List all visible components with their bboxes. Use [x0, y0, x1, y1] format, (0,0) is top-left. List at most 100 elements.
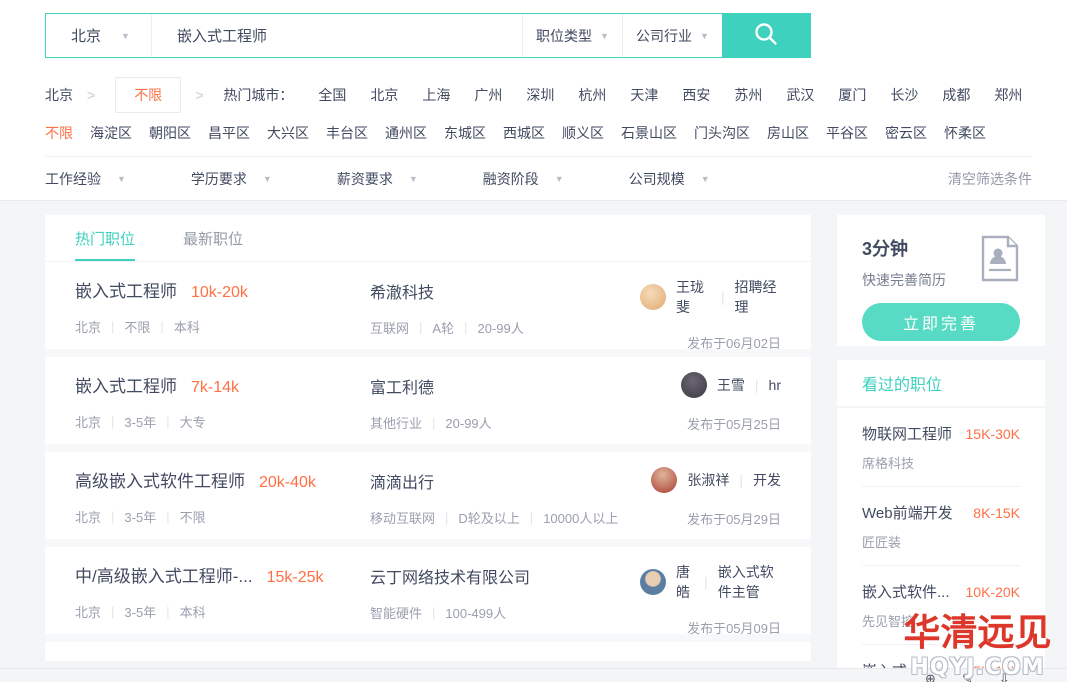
- district-dongcheng[interactable]: 东城区: [444, 123, 486, 143]
- divider: [432, 605, 435, 620]
- divider: [111, 509, 114, 524]
- city-link-wuhan[interactable]: 武汉: [786, 85, 814, 105]
- recruiter-name: 唐皓: [676, 562, 694, 602]
- divider: [166, 414, 169, 429]
- post-date: 发布于05月09日: [687, 618, 781, 637]
- district-miyun[interactable]: 密云区: [885, 123, 927, 143]
- job-type-label: 职位类型: [536, 26, 592, 46]
- district-shunyi[interactable]: 顺义区: [562, 123, 604, 143]
- tab-hot-jobs[interactable]: 热门职位: [75, 215, 135, 261]
- viewed-job-item[interactable]: Web前端开发 8K-15K 匠匠装: [862, 487, 1020, 566]
- divider: [530, 510, 533, 525]
- filter-funding[interactable]: 融资阶段 ▼: [483, 169, 564, 189]
- header: 北京 ▼ 职位类型 ▼ 公司行业 ▼: [0, 0, 1067, 201]
- city-link-guangzhou[interactable]: 广州: [474, 85, 502, 105]
- partial-job-row: [45, 642, 811, 661]
- district-fengtai[interactable]: 丰台区: [326, 123, 368, 143]
- job-title: 嵌入式工程师: [75, 277, 177, 302]
- city-link-suzhou[interactable]: 苏州: [734, 85, 762, 105]
- job-row[interactable]: 高级嵌入式软件工程师 20k-40k 北京 3-5年 不限 滴滴出行 移动互联网…: [45, 452, 811, 539]
- district-haidian[interactable]: 海淀区: [90, 123, 132, 143]
- job-row[interactable]: 嵌入式工程师 10k-20k 北京 不限 本科 希澈科技 互联网 A轮 20-9…: [45, 262, 811, 349]
- district-changping[interactable]: 昌平区: [208, 123, 250, 143]
- district-chaoyang[interactable]: 朝阳区: [149, 123, 191, 143]
- download-icon: ⇩: [999, 671, 1010, 682]
- chevron-down-icon: ▼: [121, 31, 130, 41]
- district-any[interactable]: 不限: [45, 123, 73, 143]
- city-link-beijing[interactable]: 北京: [370, 85, 398, 105]
- city-link-xian[interactable]: 西安: [682, 85, 710, 105]
- district-mentougou[interactable]: 门头沟区: [694, 123, 750, 143]
- divider: [166, 604, 169, 619]
- job-search-page: 北京 ▼ 职位类型 ▼ 公司行业 ▼: [0, 0, 1067, 682]
- district-shijingshan[interactable]: 石景山区: [621, 123, 677, 143]
- city-link-xiamen[interactable]: 厦门: [838, 85, 866, 105]
- job-type-dropdown[interactable]: 职位类型 ▼: [522, 14, 622, 57]
- viewed-job-company: 匠匠装: [862, 532, 1020, 551]
- job-row[interactable]: 嵌入式工程师 7k-14k 北京 3-5年 大专 富工利德 其他行业 20-99…: [45, 357, 811, 444]
- district-tongzhou[interactable]: 通州区: [385, 123, 427, 143]
- job-experience: 3-5年: [124, 412, 156, 431]
- chevron-down-icon: ▼: [555, 174, 564, 184]
- company-industry: 其他行业: [370, 413, 422, 432]
- job-location: 北京: [75, 317, 101, 336]
- district-daxing[interactable]: 大兴区: [267, 123, 309, 143]
- filter-experience[interactable]: 工作经验 ▼: [45, 169, 126, 189]
- city-link-chengdu[interactable]: 成都: [942, 85, 970, 105]
- filter-company-scale[interactable]: 公司规模 ▼: [629, 169, 710, 189]
- city-link-all[interactable]: 全国: [318, 85, 346, 105]
- viewed-job-company: 先见智控: [862, 611, 1020, 630]
- city-link-changsha[interactable]: 长沙: [890, 85, 918, 105]
- recruiter-role: 招聘经理: [735, 277, 781, 317]
- company-name: 滴滴出行: [370, 467, 640, 493]
- city-link-hangzhou[interactable]: 杭州: [578, 85, 606, 105]
- company-industry: 移动互联网: [370, 508, 435, 527]
- viewed-job-salary: 10K-20K: [966, 584, 1020, 600]
- city-link-tianjin[interactable]: 天津: [630, 85, 658, 105]
- city-link-zhengzhou[interactable]: 郑州: [994, 85, 1022, 105]
- filter-salary[interactable]: 薪资要求 ▼: [337, 169, 418, 189]
- complete-resume-button[interactable]: 立即完善: [862, 303, 1020, 341]
- bottom-strip: ⊕ ✎ ⇩: [0, 668, 1067, 682]
- company-size: 100-499人: [445, 603, 506, 622]
- industry-dropdown[interactable]: 公司行业 ▼: [622, 14, 722, 57]
- chevron-right-icon: >: [87, 87, 95, 103]
- district-fangshan[interactable]: 房山区: [767, 123, 809, 143]
- avatar: [681, 372, 707, 398]
- breadcrumb-city[interactable]: 北京: [45, 85, 73, 105]
- company-size: 10000人以上: [543, 508, 618, 527]
- district-pinggu[interactable]: 平谷区: [826, 123, 868, 143]
- hot-cities-label: 热门城市：: [223, 85, 293, 105]
- company-size: 20-99人: [477, 318, 523, 337]
- search-button[interactable]: [722, 14, 810, 57]
- divider: [464, 320, 467, 335]
- district-huairou[interactable]: 怀柔区: [944, 123, 986, 143]
- district-xicheng[interactable]: 西城区: [503, 123, 545, 143]
- search-input[interactable]: [152, 14, 522, 57]
- job-experience: 3-5年: [124, 602, 156, 621]
- city-link-shenzhen[interactable]: 深圳: [526, 85, 554, 105]
- circle-icon: ⊕: [925, 671, 936, 682]
- viewed-job-salary: 15K-30K: [966, 426, 1020, 442]
- recruiter-role: hr: [769, 377, 781, 393]
- filter-education[interactable]: 学历要求 ▼: [191, 169, 272, 189]
- row-separator: [45, 444, 811, 452]
- viewed-job-item[interactable]: 物联网工程师 15K-30K 席格科技: [862, 408, 1020, 487]
- city-link-shanghai[interactable]: 上海: [422, 85, 450, 105]
- resume-minutes: 3分钟: [862, 235, 946, 261]
- viewed-job-item[interactable]: 嵌入式软件... 10K-20K 先见智控: [862, 566, 1020, 645]
- cutoff-footer-icons: ⊕ ✎ ⇩: [925, 671, 1010, 682]
- divider: [419, 320, 422, 335]
- company-name: 云丁网络技术有限公司: [370, 562, 640, 588]
- job-education: 本科: [180, 602, 206, 621]
- breadcrumb: 北京 > 不限 > 热门城市： 全国 北京 上海 广州 深圳 杭州 天津 西安 …: [45, 78, 1046, 112]
- divider: [111, 414, 114, 429]
- tab-latest-jobs[interactable]: 最新职位: [183, 215, 243, 261]
- job-row[interactable]: 中/高级嵌入式工程师-... 15k-25k 北京 3-5年 本科 云丁网络技术…: [45, 547, 811, 634]
- clear-filters-button[interactable]: 清空筛选条件: [948, 169, 1032, 189]
- avatar: [640, 569, 666, 595]
- filter-row: 工作经验 ▼ 学历要求 ▼ 薪资要求 ▼ 融资阶段 ▼ 公司规模 ▼ 清空筛选条…: [45, 156, 1032, 200]
- city-select-dropdown[interactable]: 北京 ▼: [46, 14, 152, 57]
- company-stage: D轮及以上: [458, 508, 519, 527]
- breadcrumb-selected-tab[interactable]: 不限: [115, 77, 181, 113]
